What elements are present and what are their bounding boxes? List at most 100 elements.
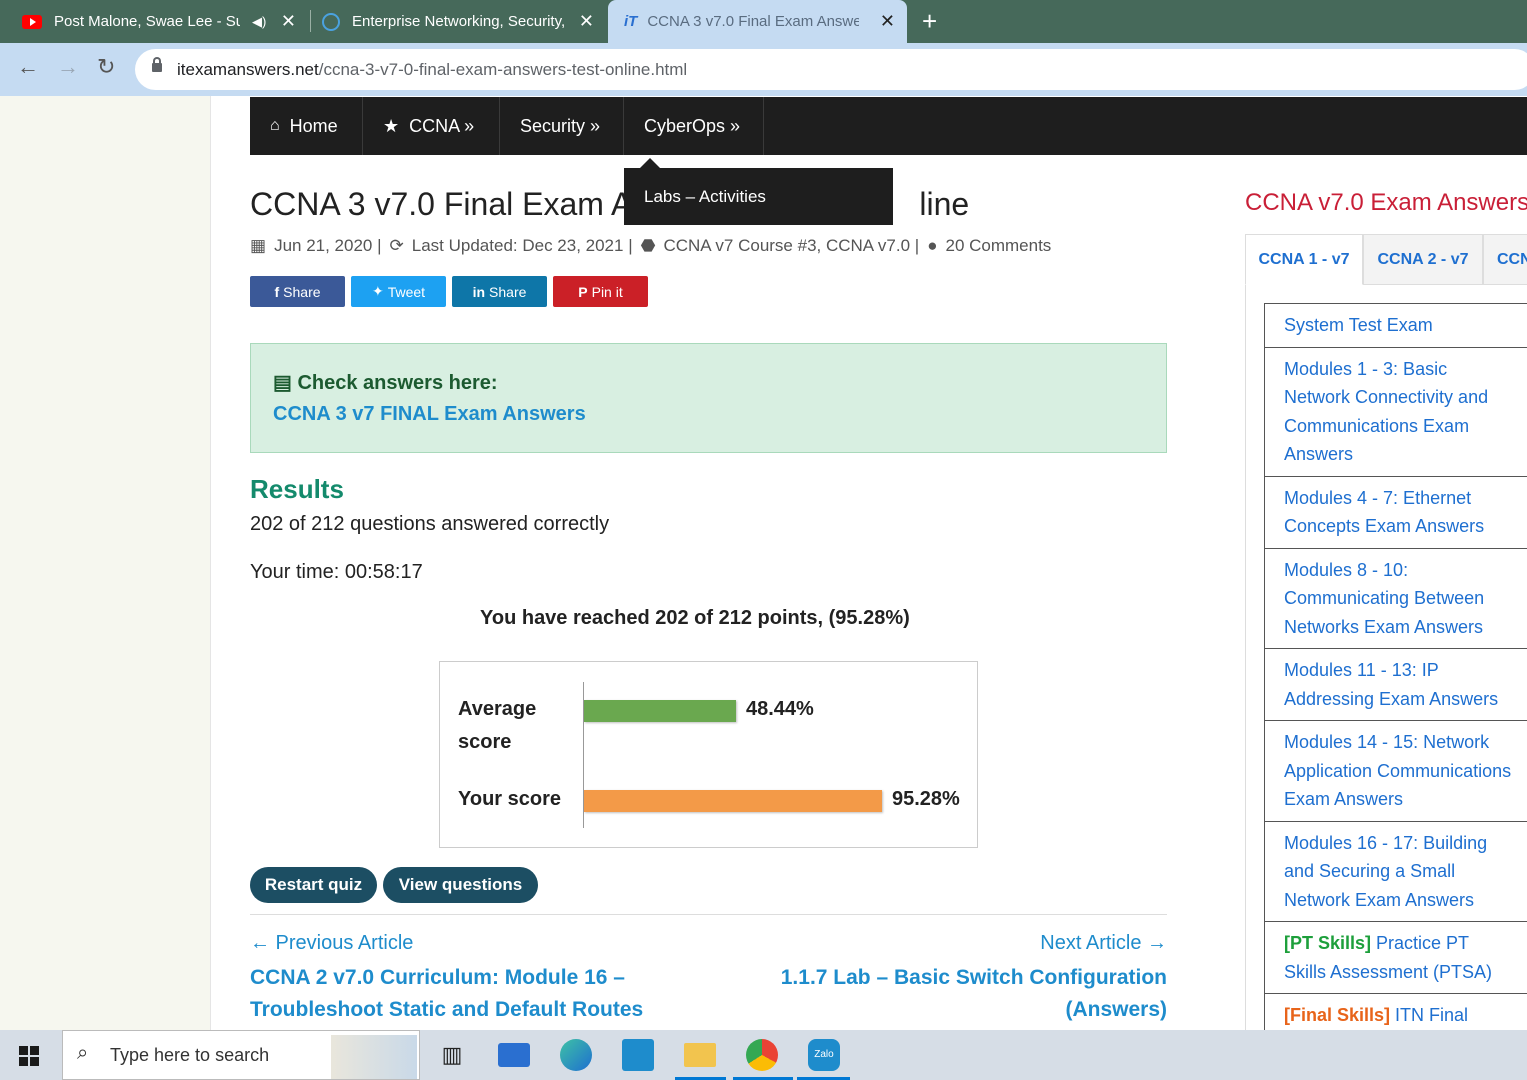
url-text: itexamanswers.net/ccna-3-v7-0-final-exam… [177,60,688,79]
twitter-icon: ✦ [371,283,384,299]
chart-category-label: Average score [458,698,537,753]
sidebar-link-label: Modules 1 - 3: Basic Network Connectivit… [1284,358,1489,465]
edge-icon[interactable] [560,1039,592,1071]
refresh-icon: ⟳ [389,236,404,255]
lock-icon [152,57,162,72]
close-tab-icon[interactable]: ✕ [880,11,895,32]
sidebar-tabs: CCNA 1 - v7 CCNA 2 - v7 CCNA 3 - v7 [1245,234,1527,285]
pinterest-icon: P [578,283,588,300]
tab-ccna2[interactable]: CCNA 2 - v7 [1363,234,1483,285]
facebook-share-button[interactable]: f Share [250,276,345,307]
chart-bar [584,700,736,722]
forward-icon[interactable]: → [57,54,79,80]
post-categories[interactable]: CCNA v7 Course #3, CCNA v7.0 | [663,236,919,256]
last-updated: Last Updated: Dec 23, 2021 | [411,236,633,255]
check-answers-box: ▤ Check answers here: CCNA 3 v7 FINAL Ex… [250,343,1167,453]
browser-tab-strip: Post Malone, Swae Lee - Sun ◀) ✕ Enterpr… [0,0,1527,43]
sidebar-link[interactable]: Modules 1 - 3: Basic Network Connectivit… [1264,346,1527,476]
facebook-icon: f [274,283,280,300]
task-view-icon[interactable]: ▥ [436,1039,468,1071]
sidebar-title: CCNA v7.0 Exam Answers [1245,189,1527,216]
answered-count: 202 of 212 questions answered correctly [250,513,610,535]
quiz-time: Your time: 00:58:17 [250,561,423,583]
sidebar-link[interactable]: System Test Exam [1264,303,1527,347]
tab-youtube[interactable]: Post Malone, Swae Lee - Sun ◀) ✕ [22,0,308,43]
tags-icon: ⬣ [640,236,656,255]
sidebar-link-label: Modules 11 - 13: IP Addressing Exam Answ… [1284,660,1499,709]
dropdown-item-labs[interactable]: Labs – Activities [624,158,893,225]
ring-icon [322,12,340,31]
sidebar-link-tag: [Final Skills] [1284,1005,1391,1025]
back-icon[interactable]: ← [17,54,39,80]
mail-icon[interactable] [498,1043,530,1067]
search-icon: ⌕ [77,1042,89,1064]
previous-article-label[interactable]: ← Previous Article [250,932,413,955]
chart-data-label: 48.44% [746,698,814,720]
windows-taskbar: ⌕ Type here to search ▥ Zalo [0,1030,1527,1080]
restart-quiz-button[interactable]: Restart quiz [250,867,377,903]
next-article-label[interactable]: Next Article → [1040,932,1167,955]
sidebar-link-tag: [PT Skills] [1284,933,1372,953]
tweet-button[interactable]: ✦ Tweet [351,276,446,307]
next-article-link[interactable]: 1.1.7 Lab – Basic Switch Configuration (… [727,962,1167,1026]
tab-title: Enterprise Networking, Security, [352,13,564,30]
sidebar-link[interactable]: [PT Skills] Practice PT Skills Assessmen… [1264,921,1527,993]
comments-count[interactable]: 20 Comments [945,236,1051,256]
sidebar-link[interactable]: Modules 14 - 15: Network Application Com… [1264,720,1527,821]
store-icon[interactable] [622,1039,654,1071]
sidebar-link[interactable]: Modules 8 - 10: Communicating Between Ne… [1264,547,1527,648]
chart-data-label: 95.28% [892,788,960,810]
search-highlight-illustration [331,1035,417,1079]
previous-article-link[interactable]: CCNA 2 v7.0 Curriculum: Module 16 – Trou… [250,962,690,1026]
sidebar-link-label: Modules 8 - 10: Communicating Between Ne… [1284,559,1485,637]
points-reached: You have reached 202 of 212 points, (95.… [480,607,910,629]
sidebar-link[interactable]: Modules 16 - 17: Building and Securing a… [1264,820,1527,921]
post-date: Jun 21, 2020 | [274,236,382,255]
sidebar-link[interactable]: Modules 4 - 7: Ethernet Concepts Exam An… [1264,475,1527,548]
document-icon: ▤ [273,372,298,394]
sidebar-list: System Test Exam Modules 1 - 3: Basic Net… [1264,303,1527,1030]
close-tab-icon[interactable]: ✕ [579,11,594,32]
calendar-icon: ▦ [250,236,267,255]
address-bar-row: ← → ↻ itexamanswers.net/ccna-3-v7-0-fina… [0,43,1527,96]
new-tab-button[interactable]: + [922,6,937,37]
zalo-icon[interactable]: Zalo [808,1039,840,1071]
nav-cyberops[interactable]: CyberOps » [624,97,764,155]
sidebar-link[interactable]: [Final Skills] ITN Final Skills Exam (PT… [1264,993,1527,1030]
url-field[interactable]: itexamanswers.net/ccna-3-v7-0-final-exam… [135,49,1527,90]
linkedin-share-button[interactable]: in Share [452,276,547,307]
nav-home[interactable]: ⌂ Home [250,97,363,155]
sidebar-link-label: Modules 4 - 7: Ethernet Concepts Exam An… [1284,487,1485,537]
taskbar-search-box[interactable]: ⌕ Type here to search [62,1030,420,1080]
speaker-icon[interactable]: ◀) [252,14,266,30]
web-page: ⌂ Home ★ CCNA » Security » CyberOps » CC… [0,96,1527,1030]
chart-category-label: Your score [458,788,561,810]
windows-start-icon[interactable] [19,1046,39,1066]
check-answers-header: ▤ Check answers here: [273,372,498,394]
nav-ccna[interactable]: ★ CCNA » [363,97,500,155]
tab-ccna-active[interactable]: iT CCNA 3 v7.0 Final Exam Answers ✕ [608,0,907,43]
view-questions-button[interactable]: View questions [383,867,538,903]
nav-security[interactable]: Security » [500,97,624,155]
tab-title: CCNA 3 v7.0 Final Exam Answers [647,13,860,30]
site-nav: ⌂ Home ★ CCNA » Security » CyberOps » [250,97,1527,155]
tab-enterprise[interactable]: Enterprise Networking, Security, ✕ [322,0,606,43]
pinterest-button[interactable]: P Pin it [553,276,648,307]
home-icon: ⌂ [270,117,280,134]
tab-ccna1[interactable]: CCNA 1 - v7 [1245,234,1363,285]
tab-ccna3[interactable]: CCNA 3 - v7 [1483,234,1527,285]
search-placeholder: Type here to search [110,1045,270,1065]
close-tab-icon[interactable]: ✕ [281,11,296,32]
chart-bar [584,790,882,812]
check-answers-link[interactable]: CCNA 3 v7 FINAL Exam Answers [273,403,586,426]
file-explorer-icon[interactable] [684,1043,716,1067]
results-heading: Results [250,474,344,504]
sidebar-link[interactable]: Modules 11 - 13: IP Addressing Exam Answ… [1264,648,1527,720]
sidebar-link-label: System Test Exam [1284,315,1433,335]
site-icon: iT [624,13,638,30]
sidebar-link-label: Modules 16 - 17: Building and Securing a… [1284,832,1488,910]
reload-icon[interactable]: ↻ [97,54,115,80]
youtube-icon [22,14,42,29]
tab-title: Post Malone, Swae Lee - Sun [54,13,240,30]
chrome-icon[interactable] [746,1039,778,1071]
